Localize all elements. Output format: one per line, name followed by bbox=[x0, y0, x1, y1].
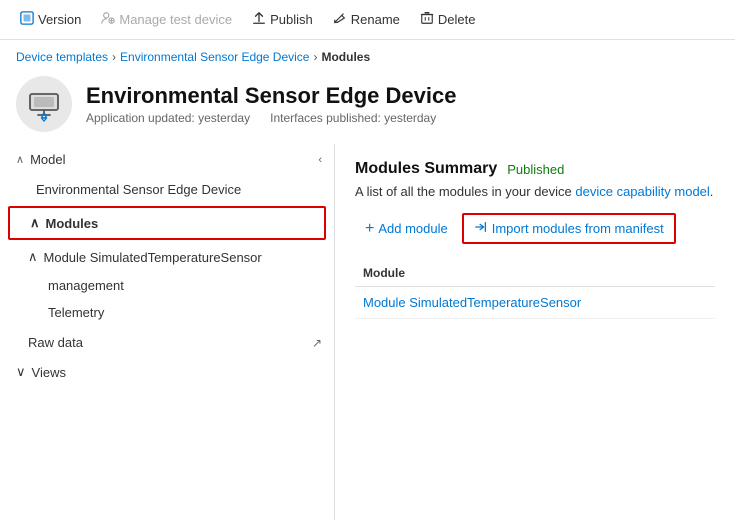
delete-button[interactable]: Delete bbox=[412, 7, 484, 32]
publish-label: Publish bbox=[270, 12, 313, 27]
publish-icon bbox=[252, 11, 266, 28]
raw-data-item[interactable]: Raw data ↗ bbox=[0, 328, 334, 357]
add-module-label: Add module bbox=[378, 221, 447, 236]
module-simulated-chevron-icon: ∧ bbox=[28, 249, 38, 265]
modules-section-header[interactable]: ∧ Modules bbox=[10, 208, 324, 238]
views-label: Views bbox=[32, 365, 66, 380]
version-icon bbox=[20, 11, 34, 28]
module-simulated-section: ∧ Module SimulatedTemperatureSensor mana… bbox=[0, 242, 334, 326]
model-section: ∧ Model ‹ Environmental Sensor Edge Devi… bbox=[0, 144, 334, 204]
publish-button[interactable]: Publish bbox=[244, 7, 321, 32]
delete-icon bbox=[420, 11, 434, 28]
model-label: Model bbox=[30, 152, 65, 167]
raw-data-expand-icon: ↗ bbox=[312, 336, 322, 350]
right-panel: Modules Summary Published A list of all … bbox=[335, 144, 735, 520]
breadcrumb-device-templates[interactable]: Device templates bbox=[16, 50, 108, 64]
module-table: Module Module SimulatedTemperatureSensor bbox=[355, 260, 715, 319]
module-simulated-header[interactable]: ∧ Module SimulatedTemperatureSensor bbox=[0, 242, 334, 272]
manage-test-device-icon bbox=[101, 11, 115, 28]
breadcrumb-edge-device[interactable]: Environmental Sensor Edge Device bbox=[120, 50, 309, 64]
breadcrumb-sep-1: › bbox=[112, 50, 116, 64]
breadcrumb-current: Modules bbox=[321, 50, 370, 64]
device-meta-updated: Application updated: yesterday bbox=[86, 111, 250, 125]
version-label: Version bbox=[38, 12, 81, 27]
import-modules-button[interactable]: Import modules from manifest bbox=[462, 213, 676, 244]
toolbar: Version Manage test device Publish bbox=[0, 0, 735, 40]
model-edge-device-item[interactable]: Environmental Sensor Edge Device bbox=[0, 175, 334, 204]
table-row: Module SimulatedTemperatureSensor bbox=[355, 287, 715, 319]
rename-button[interactable]: Rename bbox=[325, 7, 408, 32]
model-section-header[interactable]: ∧ Model ‹ bbox=[0, 144, 334, 175]
published-badge: Published bbox=[507, 162, 564, 177]
model-header-left: ∧ Model bbox=[16, 152, 65, 167]
management-item[interactable]: management bbox=[0, 272, 334, 299]
import-label: Import modules from manifest bbox=[492, 221, 664, 236]
module-simulated-link[interactable]: Module SimulatedTemperatureSensor bbox=[363, 295, 581, 310]
modules-summary-header: Modules Summary Published bbox=[355, 160, 715, 178]
device-meta-published: Interfaces published: yesterday bbox=[270, 111, 436, 125]
import-icon bbox=[474, 220, 488, 237]
modules-summary-desc: A list of all the modules in your device… bbox=[355, 184, 715, 199]
model-chevron-icon: ∧ bbox=[16, 153, 24, 166]
raw-data-label: Raw data bbox=[28, 335, 83, 350]
table-header-row: Module bbox=[355, 260, 715, 287]
manage-test-device-button[interactable]: Manage test device bbox=[93, 7, 240, 32]
views-chevron-icon: ∨ bbox=[16, 364, 26, 380]
add-module-button[interactable]: + Add module bbox=[355, 216, 458, 242]
device-meta: Application updated: yesterday Interface… bbox=[86, 111, 456, 125]
module-row-cell: Module SimulatedTemperatureSensor bbox=[355, 287, 715, 319]
modules-section: ∧ Modules bbox=[8, 206, 326, 240]
modules-label: Modules bbox=[46, 216, 99, 231]
rename-label: Rename bbox=[351, 12, 400, 27]
action-bar: + Add module Import modules from manifes… bbox=[355, 213, 715, 244]
management-label: management bbox=[48, 278, 124, 293]
device-title: Environmental Sensor Edge Device bbox=[86, 83, 456, 109]
device-icon bbox=[16, 76, 72, 132]
modules-summary-title: Modules Summary bbox=[355, 160, 497, 178]
model-collapse-icon[interactable]: ‹ bbox=[318, 154, 322, 166]
device-header: Environmental Sensor Edge Device Applica… bbox=[0, 70, 735, 144]
breadcrumb-sep-2: › bbox=[313, 50, 317, 64]
delete-label: Delete bbox=[438, 12, 476, 27]
telemetry-label: Telemetry bbox=[48, 305, 104, 320]
module-simulated-label: Module SimulatedTemperatureSensor bbox=[44, 250, 262, 265]
telemetry-item[interactable]: Telemetry bbox=[0, 299, 334, 326]
capability-model-link[interactable]: device capability model bbox=[575, 184, 709, 199]
rename-icon bbox=[333, 11, 347, 28]
device-info: Environmental Sensor Edge Device Applica… bbox=[86, 83, 456, 125]
breadcrumb: Device templates › Environmental Sensor … bbox=[0, 40, 735, 70]
add-module-plus-icon: + bbox=[365, 221, 374, 237]
manage-test-device-label: Manage test device bbox=[119, 12, 232, 27]
modules-chevron-icon: ∧ bbox=[30, 215, 40, 231]
model-edge-device-label: Environmental Sensor Edge Device bbox=[36, 182, 241, 197]
left-panel: ∧ Model ‹ Environmental Sensor Edge Devi… bbox=[0, 144, 335, 520]
module-column-header: Module bbox=[355, 260, 715, 287]
views-section-header[interactable]: ∨ Views bbox=[0, 357, 334, 387]
main-layout: ∧ Model ‹ Environmental Sensor Edge Devi… bbox=[0, 144, 735, 520]
version-button[interactable]: Version bbox=[12, 7, 89, 32]
